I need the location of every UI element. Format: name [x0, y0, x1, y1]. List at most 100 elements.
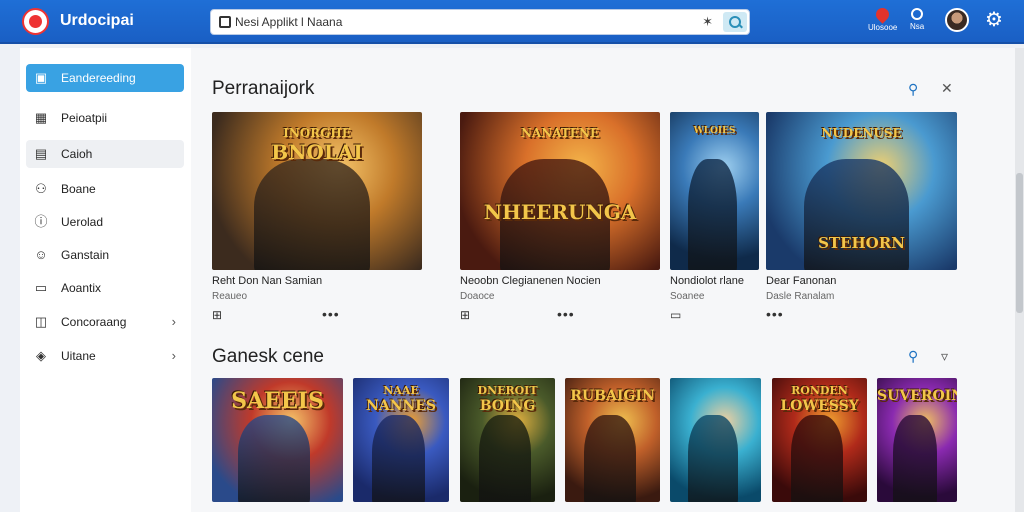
game-thumbnail[interactable]: WLOIES: [670, 112, 759, 270]
game-card[interactable]: RONDEN LOWESSY: [772, 378, 867, 502]
game-title: Dear Fanonan: [766, 275, 837, 287]
game-thumbnail[interactable]: NAAE NANNES: [353, 378, 449, 502]
sidebar-item-caioh[interactable]: ▤ Caioh: [26, 140, 184, 168]
section-title: Perranaijork: [212, 78, 315, 99]
chevron-right-icon: ›: [171, 314, 176, 329]
grid-icon[interactable]: ⊞: [460, 308, 470, 322]
game-logo-text: RUBAIGIN: [570, 388, 655, 404]
game-logo-text: BOING: [479, 398, 536, 414]
character-figure: [688, 159, 737, 270]
scrollbar[interactable]: [1015, 48, 1024, 512]
sidebar-item-eandereeding[interactable]: ▣ Eandereeding: [26, 64, 184, 92]
character-figure: [238, 415, 310, 502]
game-thumbnail[interactable]: SUVEROIN: [877, 378, 957, 502]
game-card[interactable]: DNEROIT BOING: [460, 378, 555, 502]
grid-icon[interactable]: ⊞: [212, 308, 222, 322]
toolbar-search-button[interactable]: Nsa: [910, 6, 924, 31]
info-icon: ⓘ: [34, 214, 48, 229]
game-thumbnail[interactable]: DNEROIT BOING: [460, 378, 555, 502]
game-logo-text: NAAE: [383, 384, 419, 397]
main-content: Perranaijork ⚲ ✕ INORGHE BNOLAI Reht Don N…: [191, 48, 1015, 512]
game-thumbnail[interactable]: INORGHE BNOLAI: [212, 112, 422, 270]
chat-icon: ▭: [34, 280, 48, 295]
sidebar-item-label: Uerolad: [61, 215, 104, 229]
sidebar-item-label: Caioh: [61, 147, 93, 161]
magnifier-icon: [911, 8, 924, 20]
app-logo-icon[interactable]: [22, 8, 49, 35]
sidebar-item-ganstain[interactable]: ☺ Ganstain: [26, 241, 184, 269]
game-thumbnail[interactable]: RUBAIGIN: [565, 378, 660, 502]
character-figure: [791, 415, 843, 502]
game-subtitle: Soanee: [670, 291, 705, 302]
close-icon[interactable]: ✕: [941, 80, 953, 97]
section-search-icon[interactable]: ⚲: [908, 348, 918, 365]
game-card[interactable]: SAEEIS: [212, 378, 343, 502]
game-logo-text: NHEERUNGA: [483, 200, 637, 224]
window-icon[interactable]: ▭: [670, 308, 681, 322]
game-thumbnail[interactable]: [670, 378, 761, 502]
game-title: Reht Don Nan Samian: [212, 275, 323, 287]
search-field-icon: [219, 16, 231, 28]
sidebar-item-boane[interactable]: ⚇ Boane: [26, 175, 184, 203]
search-input[interactable]: [235, 13, 695, 31]
game-logo-text: SUVEROIN: [877, 388, 957, 404]
game-card[interactable]: [670, 378, 761, 502]
toolbar-search-label: Nsa: [910, 22, 925, 31]
character-figure: [893, 415, 937, 502]
sidebar-item-label: Peioatpii: [61, 111, 108, 125]
game-card[interactable]: WLOIES Nondiolot rlane Soanee ▭: [670, 112, 759, 322]
more-options-icon[interactable]: •••: [557, 306, 575, 322]
game-thumbnail[interactable]: NANATENE NHEERUNGA: [460, 112, 660, 270]
catalog-icon: ▤: [34, 146, 48, 161]
more-options-icon[interactable]: •••: [766, 306, 784, 322]
game-thumbnail[interactable]: NUDENUSE STEHORN: [766, 112, 957, 270]
game-card[interactable]: NAAE NANNES: [353, 378, 449, 502]
sidebar-item-label: Eandereeding: [61, 71, 136, 85]
game-logo-text: SAEEIS: [231, 388, 324, 414]
character-figure: [479, 415, 531, 502]
bookmark-icon: ◫: [34, 314, 48, 329]
sidebar-item-uitane[interactable]: ◈ Uitane ›: [26, 342, 184, 370]
scrollbar-thumb[interactable]: [1016, 173, 1023, 313]
more-options-icon[interactable]: •••: [322, 306, 340, 322]
game-logo-text: NANNES: [365, 398, 437, 414]
game-card[interactable]: NUDENUSE STEHORN Dear Fanonan Dasle Ranalam…: [766, 112, 957, 322]
notification-pin-icon: [873, 5, 892, 24]
store-icon: ▣: [34, 70, 48, 85]
game-logo-text: NUDENUSE: [821, 126, 902, 140]
game-card[interactable]: RUBAIGIN: [565, 378, 660, 502]
sidebar-item-label: Ganstain: [61, 248, 110, 262]
sidebar: ▣ Eandereeding ▦ Peioatpii ▤ Caioh ⚇ Boa…: [20, 48, 191, 512]
sidebar-item-uerolad[interactable]: ⓘ Uerolad: [26, 208, 184, 236]
game-logo-text: LOWESSY: [780, 398, 859, 414]
sidebar-item-label: Aoantix: [61, 281, 102, 295]
game-thumbnail[interactable]: RONDEN LOWESSY: [772, 378, 867, 502]
section-search-icon[interactable]: ⚲: [908, 81, 918, 98]
search-submit-button[interactable]: [723, 12, 747, 32]
game-card[interactable]: INORGHE BNOLAI Reht Don Nan Samian Reaueo ⊞ •…: [212, 112, 422, 322]
sidebar-item-concoraang[interactable]: ◫ Concoraang ›: [26, 308, 184, 336]
game-subtitle: Dasle Ranalam: [766, 291, 835, 302]
notifications-label: Ulosooe: [868, 23, 898, 32]
game-subtitle: Doaoce: [460, 291, 495, 302]
filter-icon[interactable]: ▿: [941, 348, 948, 365]
settings-gear-icon[interactable]: ⚙: [985, 10, 1005, 30]
game-logo-text: NANATENE: [520, 126, 600, 140]
sidebar-item-aoantix[interactable]: ▭ Aoantix: [26, 274, 184, 302]
top-bar: Urdocipai ✶ Ulosooe Nsa ⚙: [0, 0, 1024, 44]
sidebar-item-peioatpii[interactable]: ▦ Peioatpii: [26, 104, 184, 132]
game-title: Neoobn Clegianenen Nocien: [460, 275, 601, 287]
game-logo-text: RONDEN: [791, 384, 848, 397]
notifications-button[interactable]: Ulosooe: [868, 5, 898, 32]
game-subtitle: Reaueo: [212, 291, 248, 302]
game-card[interactable]: NANATENE NHEERUNGA Neoobn Clegianenen Noci…: [460, 112, 660, 322]
user-avatar[interactable]: [945, 8, 969, 32]
character-figure: [372, 415, 425, 502]
game-thumbnail[interactable]: SAEEIS: [212, 378, 343, 502]
character-figure: [804, 159, 909, 270]
game-card[interactable]: SUVEROIN: [877, 378, 957, 502]
smile-icon: ☺: [34, 247, 48, 262]
pin-icon[interactable]: ✶: [702, 14, 713, 30]
app-title: Urdocipai: [60, 12, 134, 29]
game-logo-text: BNOLAI: [271, 140, 363, 164]
